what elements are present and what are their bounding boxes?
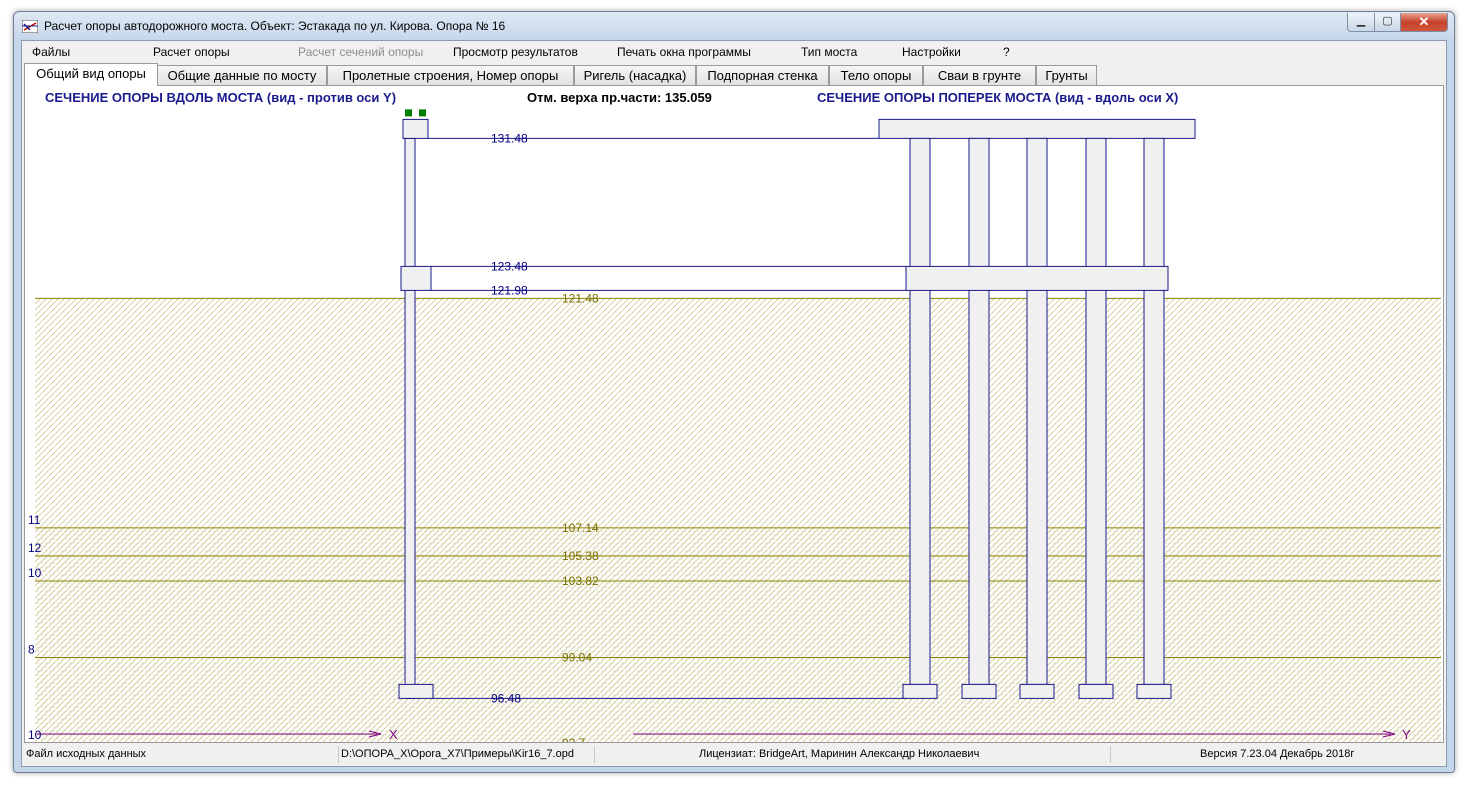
tab-general-view[interactable]: Общий вид опоры <box>24 63 158 86</box>
axis-x-label: X <box>389 727 398 742</box>
menu-files[interactable]: Файлы <box>32 45 70 59</box>
soil-elevation-label: 99.04 <box>562 650 592 664</box>
pier-column <box>1143 137 1165 685</box>
structure-elevation-label: 123.48 <box>491 259 528 273</box>
menu-print-window[interactable]: Печать окна программы <box>617 45 751 59</box>
soil-layer-code: 12 <box>28 541 42 555</box>
pile-footing <box>1019 683 1055 699</box>
status-version: Версия 7.23.04 Декабрь 2018г <box>1110 746 1444 763</box>
pile-footing <box>961 683 997 699</box>
soil-layer-code: 10 <box>28 728 42 742</box>
menu-calc-pier[interactable]: Расчет опоры <box>153 45 230 59</box>
tab-piles[interactable]: Сваи в грунте <box>923 65 1036 85</box>
menu-help[interactable]: ? <box>1003 45 1010 59</box>
bearing-marker <box>405 109 412 117</box>
soil-layer-hatch <box>35 298 1441 528</box>
menu-bar: Файлы Расчет опоры Расчет сечений опоры … <box>22 41 1446 61</box>
structure-elevation-label: 121.98 <box>491 283 528 297</box>
soil-elevation-label: 107.14 <box>562 521 599 535</box>
axis-y-label: Y <box>1402 727 1411 742</box>
soil-layer-dots <box>35 657 1441 742</box>
status-file-label: Файл исходных данных <box>26 748 147 760</box>
close-button[interactable]: ✕ <box>1400 13 1448 32</box>
tab-crossbeam[interactable]: Ригель (насадка) <box>574 65 696 85</box>
app-icon <box>22 20 38 33</box>
tab-retaining-wall[interactable]: Подпорная стенка <box>696 65 829 85</box>
status-file-path: D:\ОПОРА_X\Opora_X7\Примеры\Kir16_7.opd <box>338 746 595 763</box>
menu-settings[interactable]: Настройки <box>902 45 961 59</box>
minimize-button[interactable]: ▁ <box>1347 13 1375 32</box>
crossbeam-left-view <box>400 265 432 291</box>
soil-layer-code: 11 <box>28 513 41 527</box>
column-left-view <box>404 137 416 699</box>
crossbeam <box>905 265 1169 291</box>
soil-layer-code: 10 <box>28 566 42 580</box>
pile-footing <box>902 683 938 699</box>
heading-along-bridge: СЕЧЕНИЕ ОПОРЫ ВДОЛЬ МОСТА (вид - против … <box>45 90 396 105</box>
status-bar: Файл исходных данных D:\ОПОРА_X\Opora_X7… <box>22 744 1446 765</box>
pier-column <box>1085 137 1107 685</box>
window-title: Расчет опоры автодорожного моста. Объект… <box>44 19 506 33</box>
soil-layer-code: 8 <box>28 642 35 656</box>
status-licensee: Лицензиат: BridgeArt, Маринин Александр … <box>594 746 1108 763</box>
superstructure-deck <box>878 118 1196 139</box>
tab-pier-body[interactable]: Тело опоры <box>829 65 923 85</box>
pile-footing <box>1136 683 1172 699</box>
pier-drawing: 121.48 107.14 11 105.38 12 103.82 10 99.04 8 93.7… <box>28 90 1441 742</box>
soil-layer-dots <box>35 580 1441 658</box>
pile-footing-left-view <box>398 683 434 699</box>
tab-strip: Общий вид опоры Общие данные по мосту Пр… <box>22 63 1446 86</box>
structure-elevation-label: 131.48 <box>491 131 528 145</box>
maximize-button[interactable]: ▢ <box>1374 13 1401 32</box>
structure-elevation-label: 96.48 <box>491 691 521 705</box>
soil-elevation-label: 105.38 <box>562 549 599 563</box>
menu-view-results[interactable]: Просмотр результатов <box>453 45 578 59</box>
tab-spans[interactable]: Пролетные строения, Номер опоры <box>327 65 574 85</box>
pier-column <box>1026 137 1048 685</box>
drawing-canvas[interactable]: 121.48 107.14 11 105.38 12 103.82 10 99.04 8 93.7… <box>24 85 1444 743</box>
pile-footing <box>1078 683 1114 699</box>
client-area: Файлы Расчет опоры Расчет сечений опоры … <box>21 40 1447 767</box>
menu-calc-sections[interactable]: Расчет сечений опоры <box>298 45 423 59</box>
tab-bridge-data[interactable]: Общие данные по мосту <box>157 65 327 85</box>
soil-layer-dots <box>35 556 1441 581</box>
bearing-cap-left <box>402 118 429 139</box>
app-window: Расчет опоры автодорожного моста. Объект… <box>13 11 1455 773</box>
menu-bridge-type[interactable]: Тип моста <box>801 45 857 59</box>
soil-elevation-label: 93.7 <box>562 736 586 742</box>
bearing-marker <box>419 109 426 117</box>
soil-elevation-label: 121.48 <box>562 291 599 305</box>
pier-column <box>909 137 931 685</box>
soil-layer-dots <box>35 527 1441 556</box>
heading-roadway-elevation: Отм. верха пр.части: 135.059 <box>527 90 712 105</box>
pier-column <box>968 137 990 685</box>
soil-elevation-label: 103.82 <box>562 574 599 588</box>
title-bar[interactable]: Расчет опоры автодорожного моста. Объект… <box>14 12 1454 40</box>
tab-soils[interactable]: Грунты <box>1036 65 1097 85</box>
heading-across-bridge: СЕЧЕНИЕ ОПОРЫ ПОПЕРЕК МОСТА (вид - вдоль… <box>817 90 1178 105</box>
